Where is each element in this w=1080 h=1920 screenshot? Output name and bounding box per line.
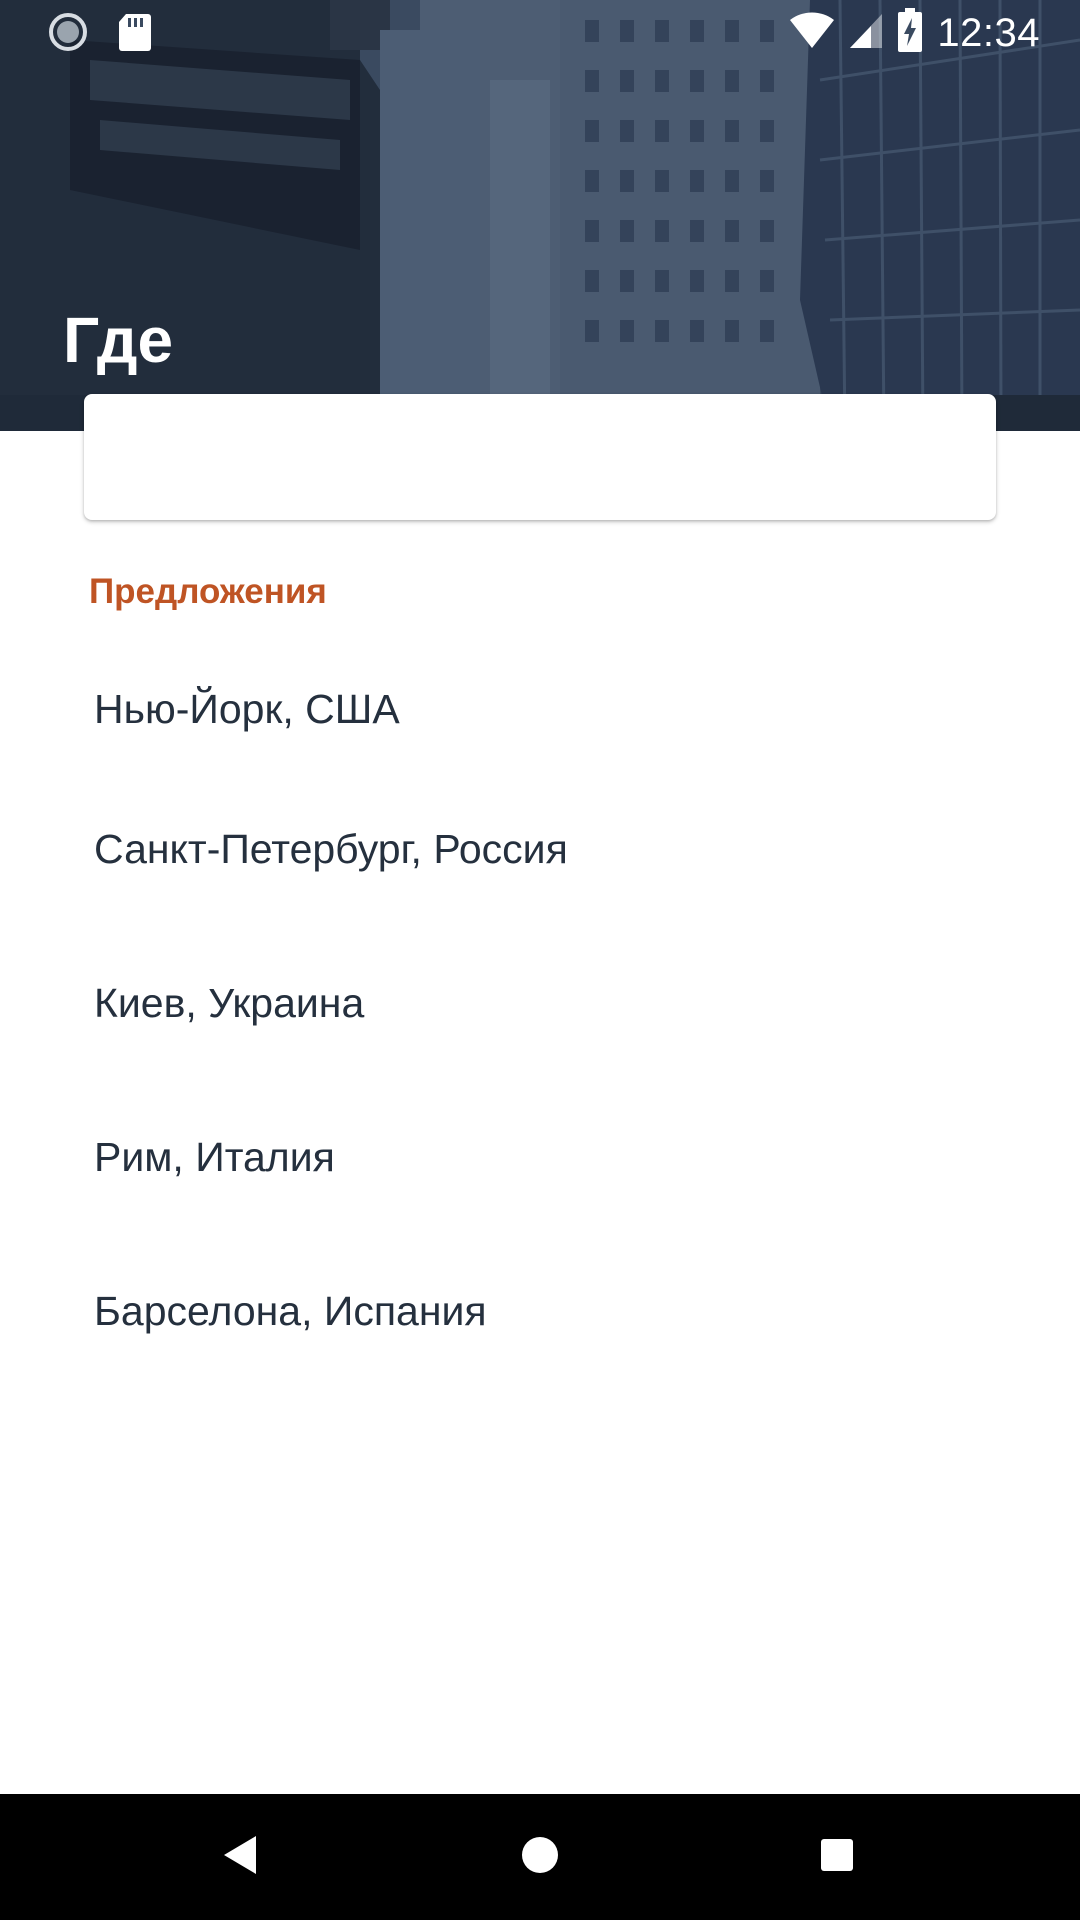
suggestions-list: Нью-Йорк, США Санкт-Петербург, Россия Ки… bbox=[0, 650, 1080, 1390]
search-card[interactable] bbox=[84, 394, 996, 520]
page-title: Где bbox=[63, 304, 174, 376]
home-icon bbox=[520, 1835, 560, 1880]
suggestion-item[interactable]: Барселона, Испания bbox=[0, 1232, 1080, 1390]
status-clock: 12:34 bbox=[937, 10, 1040, 55]
suggestion-item[interactable]: Рим, Италия bbox=[0, 1078, 1080, 1236]
suggestion-item[interactable]: Нью-Йорк, США bbox=[0, 650, 1080, 774]
back-button[interactable] bbox=[207, 1824, 273, 1890]
status-bar: 12:34 bbox=[0, 0, 1080, 64]
suggestions-header: Предложения bbox=[89, 572, 327, 611]
wifi-icon bbox=[789, 10, 835, 55]
battery-charging-icon bbox=[897, 8, 923, 57]
sync-icon bbox=[48, 12, 88, 57]
search-input[interactable] bbox=[84, 394, 996, 520]
sd-card-icon bbox=[118, 12, 152, 57]
suggestion-item[interactable]: Санкт-Петербург, Россия bbox=[0, 770, 1080, 928]
recents-icon bbox=[819, 1837, 855, 1878]
signal-icon bbox=[849, 10, 883, 55]
navigation-bar bbox=[0, 1794, 1080, 1920]
back-icon bbox=[220, 1834, 260, 1881]
home-button[interactable] bbox=[507, 1824, 573, 1890]
suggestion-item[interactable]: Киев, Украина bbox=[0, 924, 1080, 1082]
recents-button[interactable] bbox=[804, 1824, 870, 1890]
header-hero: 12:34 Где bbox=[0, 0, 1080, 431]
